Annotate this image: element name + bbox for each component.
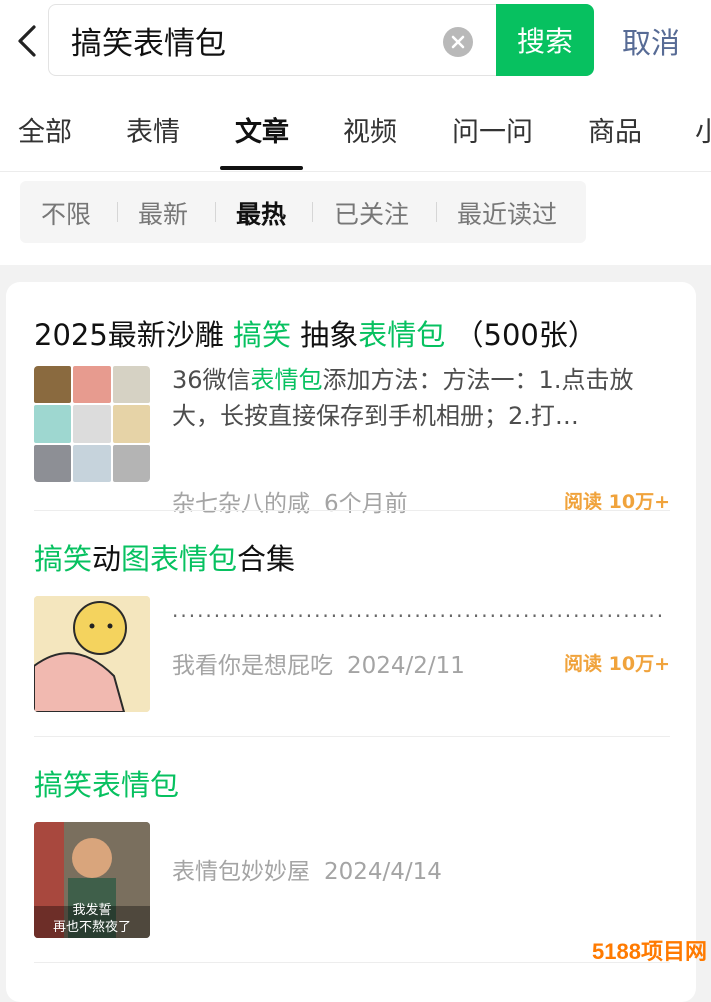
tab-ask[interactable]: 问一问 [452,110,533,149]
tab-articles[interactable]: 文章 [235,110,289,149]
filter-latest[interactable]: 最新 [138,195,188,231]
result-item-3[interactable]: 搞笑表情包 我发誓 再也不熬夜了 表情包妙妙屋 2024/4/14 [34,762,670,938]
result-divider [34,736,670,737]
filter-recently-read[interactable]: 最近读过 [457,195,557,231]
active-tab-indicator [220,166,303,170]
watermark-logo: 5188项目网 [592,939,707,964]
tab-videos[interactable]: 视频 [343,110,397,149]
cancel-button[interactable]: 取消 [622,20,680,62]
author-name[interactable]: 我看你是想屁吃 [172,653,333,679]
filter-any[interactable]: 不限 [41,195,91,231]
read-count: 阅读 10万+ [564,653,670,675]
result-snippet: 36微信表情包添加方法：方法一：1.点击放大，长按直接保存到手机相册；2.打… [172,366,634,430]
filter-divider [436,202,437,222]
author-name[interactable]: 杂七杂八的咸 [172,491,310,517]
result-item-1[interactable]: 2025最新沙雕 搞笑 抽象表情包 （500张） 36微信表情包添加方法：方法一… [34,312,670,517]
tab-stickers[interactable]: 表情 [126,110,180,149]
tab-more[interactable]: 小 [695,110,711,149]
result-meta: 表情包妙妙屋 2024/4/14 [172,852,442,886]
thumbnail-caption: 我发誓 再也不熬夜了 [52,903,131,935]
sort-filter-bar: 不限 最新 最热 已关注 最近读过 [20,181,586,243]
result-title[interactable]: 搞笑表情包 [34,762,179,804]
search-button[interactable]: 搜索 [496,4,594,76]
filter-hottest[interactable]: 最热 [236,195,286,231]
result-title[interactable]: 2025最新沙雕 搞笑 抽象表情包 （500张） [34,312,597,354]
filter-divider [117,202,118,222]
publish-time: 2024/2/11 [347,653,465,679]
result-meta: 我看你是想屁吃 2024/2/11 [172,646,465,680]
category-tabs: 全部 表情 文章 视频 问一问 商品 小 [0,96,711,172]
result-item-2[interactable]: 搞笑动图表情包合集 ..............................… [34,536,670,712]
search-box: 搜索 [48,4,594,76]
search-input[interactable] [71,17,431,63]
back-arrow-icon[interactable] [10,22,44,60]
article-thumbnail: 我发誓 再也不熬夜了 [34,822,150,938]
search-header: 搜索 取消 全部 表情 文章 视频 问一问 商品 小 不限 最新 最热 已关注 … [0,0,711,265]
tab-all[interactable]: 全部 [18,110,72,149]
results-card: 2025最新沙雕 搞笑 抽象表情包 （500张） 36微信表情包添加方法：方法一… [6,282,696,1002]
author-name[interactable]: 表情包妙妙屋 [172,859,310,885]
article-thumbnail [34,366,150,482]
result-title[interactable]: 搞笑动图表情包合集 [34,536,295,578]
result-meta: 杂七杂八的咸 6个月前 [172,484,408,518]
filter-divider [215,202,216,222]
result-snippet: ........................................… [172,598,662,622]
result-divider [34,962,670,963]
filter-divider [312,202,313,222]
publish-time: 2024/4/14 [324,859,442,885]
publish-time: 6个月前 [324,491,408,517]
clear-icon[interactable] [443,27,473,57]
result-divider [34,510,670,511]
filter-followed[interactable]: 已关注 [334,195,409,231]
tab-products[interactable]: 商品 [588,110,642,149]
article-thumbnail [34,596,150,712]
